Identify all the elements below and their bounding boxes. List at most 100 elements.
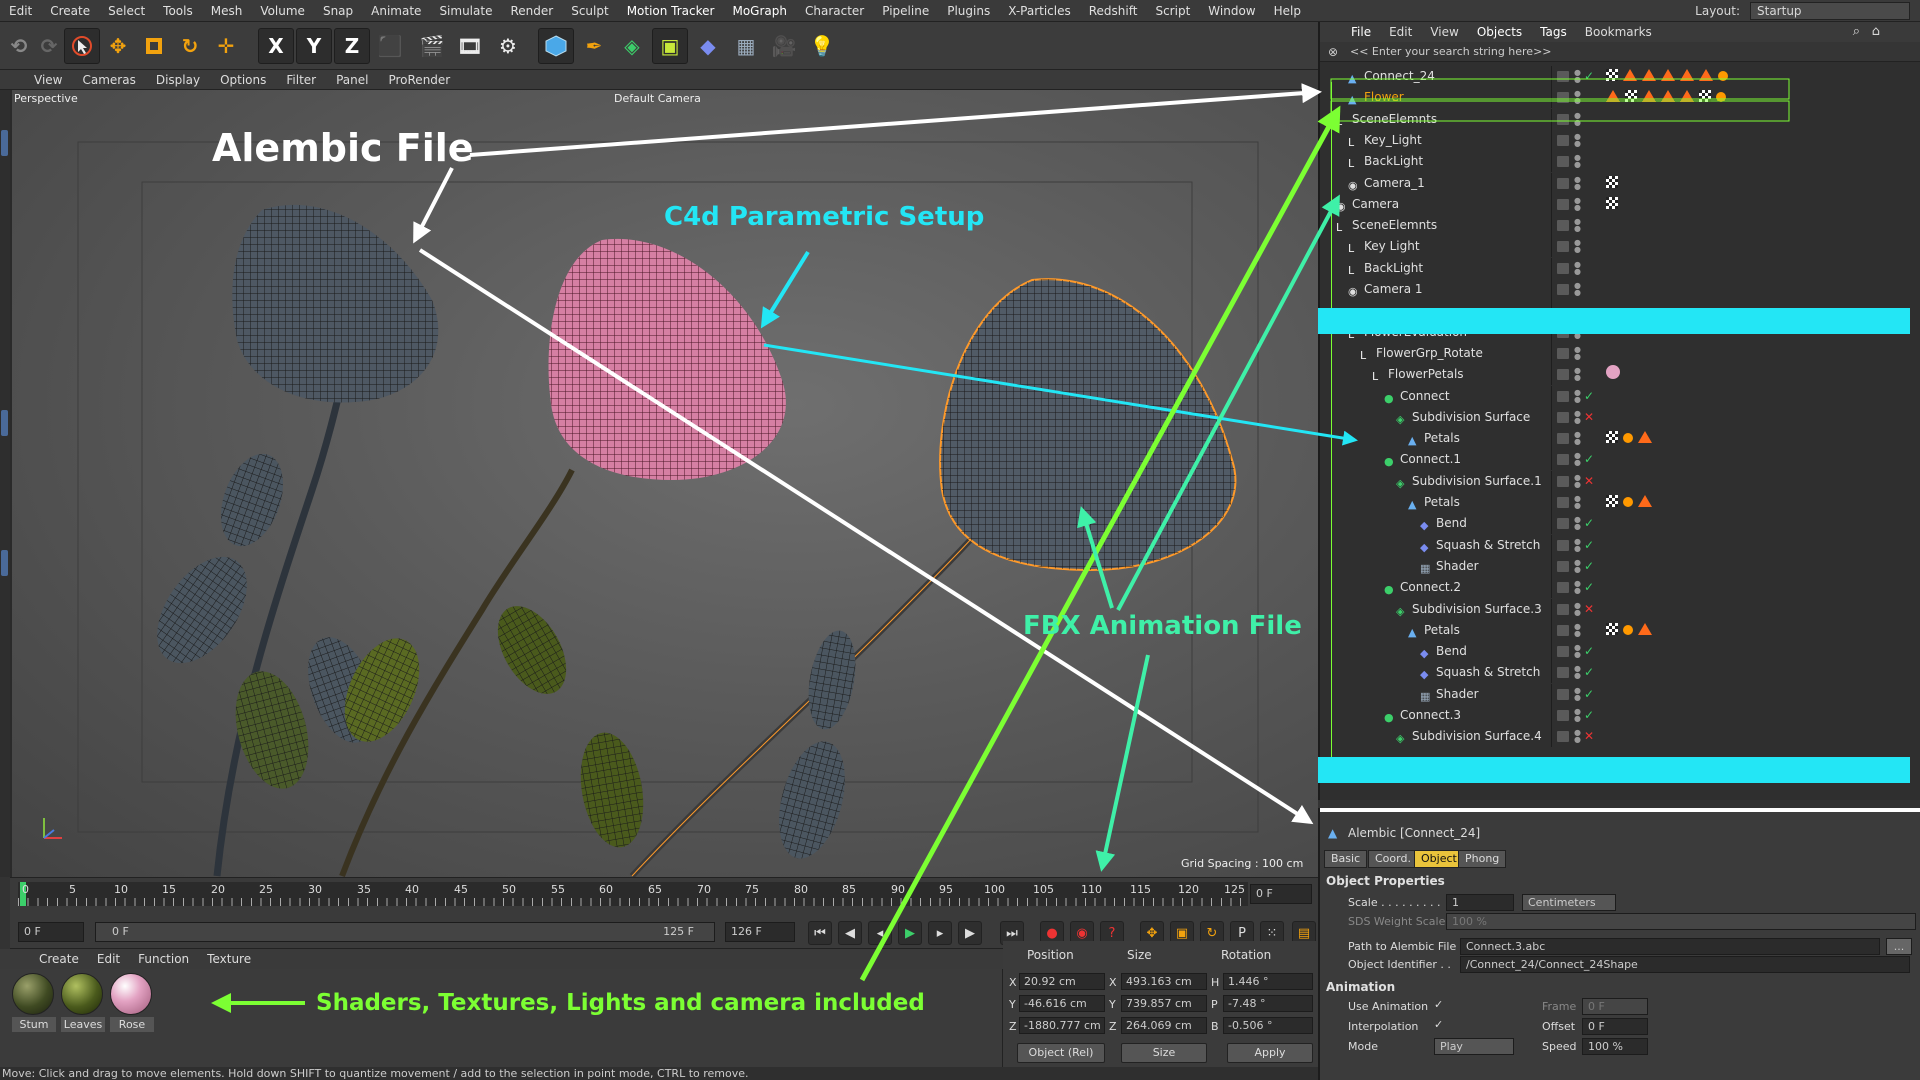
material-tag-icon[interactable]	[1716, 92, 1726, 103]
visibility-dots-icon[interactable]: ●●	[1574, 409, 1581, 424]
visibility-dots-icon[interactable]: ●●	[1574, 495, 1581, 510]
object-row[interactable]: ◆ Squash & Stretch ● ● ✓	[1332, 534, 1907, 556]
enabled-check-icon[interactable]: ✓	[1584, 705, 1594, 726]
object-row[interactable]: L SceneElemnts ● ●	[1332, 108, 1907, 130]
disabled-x-icon[interactable]: ✕	[1584, 726, 1594, 747]
sds-weight-field[interactable]: 100 %	[1446, 913, 1916, 930]
om-menu-view[interactable]: View	[1421, 25, 1467, 39]
viewport-menu-options[interactable]: Options	[210, 73, 276, 87]
position-x-field[interactable]: 20.92 cm	[1019, 973, 1105, 990]
texture-tag-icon[interactable]	[1606, 69, 1618, 81]
object-identifier-field[interactable]: /Connect_24/Connect_24Shape	[1460, 956, 1910, 973]
visibility-dots-icon[interactable]: ●●	[1574, 686, 1581, 701]
x-axis-lock-button[interactable]: X	[258, 28, 294, 64]
material-tag-icon[interactable]	[1718, 71, 1728, 81]
scale-field[interactable]: 1	[1446, 894, 1514, 911]
home-icon[interactable]: ⌂	[1872, 24, 1880, 39]
editor-visibility-toggle[interactable]	[1557, 284, 1569, 295]
rose-material-tag-icon[interactable]	[1606, 365, 1620, 380]
prev-key-icon[interactable]: ◀	[838, 921, 862, 945]
visibility-dots-icon[interactable]: ●●	[1574, 537, 1581, 552]
menu-simulate[interactable]: Simulate	[430, 0, 501, 22]
y-axis-lock-button[interactable]: Y	[296, 28, 332, 64]
visibility-dots-icon[interactable]: ●●	[1574, 282, 1581, 297]
alembic-tag-icon[interactable]	[1638, 495, 1652, 507]
menu-edit[interactable]: Edit	[0, 0, 41, 22]
next-frame-icon[interactable]: ▸	[928, 921, 952, 945]
object-tags[interactable]	[1606, 194, 1623, 215]
camera-icon[interactable]: 🎥	[766, 28, 802, 64]
browse-path-button[interactable]: ...	[1886, 938, 1912, 955]
texture-tag-icon[interactable]	[1625, 90, 1637, 103]
undo-icon[interactable]: ⟲	[4, 28, 34, 64]
visibility-dots-icon[interactable]: ●●	[1574, 345, 1581, 360]
position-y-field[interactable]: -46.616 cm	[1019, 995, 1105, 1012]
visibility-dots-icon[interactable]: ●●	[1574, 431, 1581, 446]
start-frame-field[interactable]: 0 F	[18, 922, 84, 942]
live-select-icon[interactable]: ✛	[208, 28, 244, 64]
visibility-dots-icon[interactable]: ●●	[1574, 260, 1581, 275]
editor-visibility-toggle[interactable]	[1557, 156, 1569, 168]
editor-visibility-toggle[interactable]	[1557, 603, 1569, 615]
disabled-x-icon[interactable]: ✕	[1584, 599, 1594, 620]
menu-volume[interactable]: Volume	[251, 0, 314, 22]
texture-tag-icon[interactable]	[1606, 431, 1618, 444]
render-view-icon[interactable]: 🎬	[414, 28, 450, 64]
speed-field[interactable]: 100 %	[1582, 1038, 1648, 1055]
visibility-dots-icon[interactable]: ●●	[1574, 175, 1581, 190]
visibility-dots-icon[interactable]: ●●	[1574, 622, 1581, 637]
editor-visibility-toggle[interactable]	[1557, 220, 1569, 232]
subdivision-surface-icon[interactable]: ◈	[614, 28, 650, 64]
om-menu-file[interactable]: File	[1342, 25, 1380, 39]
enabled-check-icon[interactable]: ✓	[1584, 662, 1594, 683]
alembic-tag-icon[interactable]	[1623, 69, 1637, 81]
object-row[interactable]: ▦ Shader ● ● ✓	[1332, 555, 1907, 577]
material-swatch-rose[interactable]: Rose	[110, 973, 154, 1032]
alembic-tag-icon[interactable]	[1680, 90, 1694, 103]
array-icon[interactable]: ▣	[652, 28, 688, 64]
editor-visibility-toggle[interactable]	[1557, 92, 1569, 104]
object-tags[interactable]	[1606, 364, 1625, 385]
object-row[interactable]: L FlowerGrp_Rotate ● ●	[1332, 342, 1907, 364]
material-menu-function[interactable]: Function	[129, 952, 198, 966]
alembic-tag-icon[interactable]	[1642, 90, 1656, 103]
visibility-dots-icon[interactable]: ●●	[1574, 154, 1581, 169]
deformer-icon[interactable]: ◆	[690, 28, 726, 64]
editor-visibility-toggle[interactable]	[1557, 710, 1569, 721]
object-row[interactable]: L Key Light ● ●	[1332, 236, 1907, 258]
material-tag-icon[interactable]	[1623, 433, 1633, 444]
interpolation-checkbox[interactable]: ✓	[1434, 1018, 1443, 1031]
offset-field[interactable]: 0 F	[1582, 1018, 1648, 1035]
close-search-icon[interactable]: ⊗	[1328, 42, 1338, 62]
next-key-icon[interactable]: ▶	[958, 921, 982, 945]
alembic-tag-icon[interactable]	[1680, 69, 1694, 81]
object-tags[interactable]	[1606, 428, 1657, 449]
editor-visibility-toggle[interactable]	[1557, 433, 1569, 445]
editor-visibility-toggle[interactable]	[1557, 262, 1569, 274]
object-row[interactable]: L SceneElemnts ● ●	[1332, 215, 1907, 237]
use-animation-checkbox[interactable]: ✓	[1434, 998, 1443, 1011]
om-menu-tags[interactable]: Tags	[1531, 25, 1576, 39]
coordinate-system-icon[interactable]: ⬛	[372, 28, 408, 64]
prev-frame-icon[interactable]: ◂	[868, 921, 892, 945]
enabled-check-icon[interactable]: ✓	[1584, 386, 1594, 407]
material-tag-icon[interactable]	[1623, 497, 1633, 507]
alembic-tag-icon[interactable]	[1699, 69, 1713, 81]
editor-visibility-toggle[interactable]	[1557, 198, 1569, 210]
layout-dropdown[interactable]: Startup	[1750, 2, 1910, 20]
visibility-dots-icon[interactable]: ●●	[1574, 708, 1581, 723]
object-row[interactable]: ◆ Bend ● ● ✓	[1332, 641, 1907, 663]
object-row[interactable]: ▲ Petals ● ●	[1332, 428, 1907, 450]
object-row[interactable]: ● Connect.3 ● ● ✓	[1332, 705, 1907, 726]
scale-tool-icon[interactable]	[136, 28, 172, 64]
object-row[interactable]: ◉ Camera 1 ● ●	[1332, 279, 1907, 300]
menu-plugins[interactable]: Plugins	[938, 0, 999, 22]
editor-visibility-toggle[interactable]	[1557, 369, 1569, 381]
object-row[interactable]: ● Connect.1 ● ● ✓	[1332, 449, 1907, 471]
editor-visibility-toggle[interactable]	[1557, 560, 1569, 572]
mode-button[interactable]	[1, 550, 8, 576]
enabled-check-icon[interactable]: ✓	[1584, 684, 1594, 705]
alembic-tag-icon[interactable]	[1661, 90, 1675, 103]
current-frame-field[interactable]: 0 F	[1250, 884, 1312, 904]
object-row[interactable]: ◈ Subdivision Surface ● ● ✕	[1332, 406, 1907, 428]
